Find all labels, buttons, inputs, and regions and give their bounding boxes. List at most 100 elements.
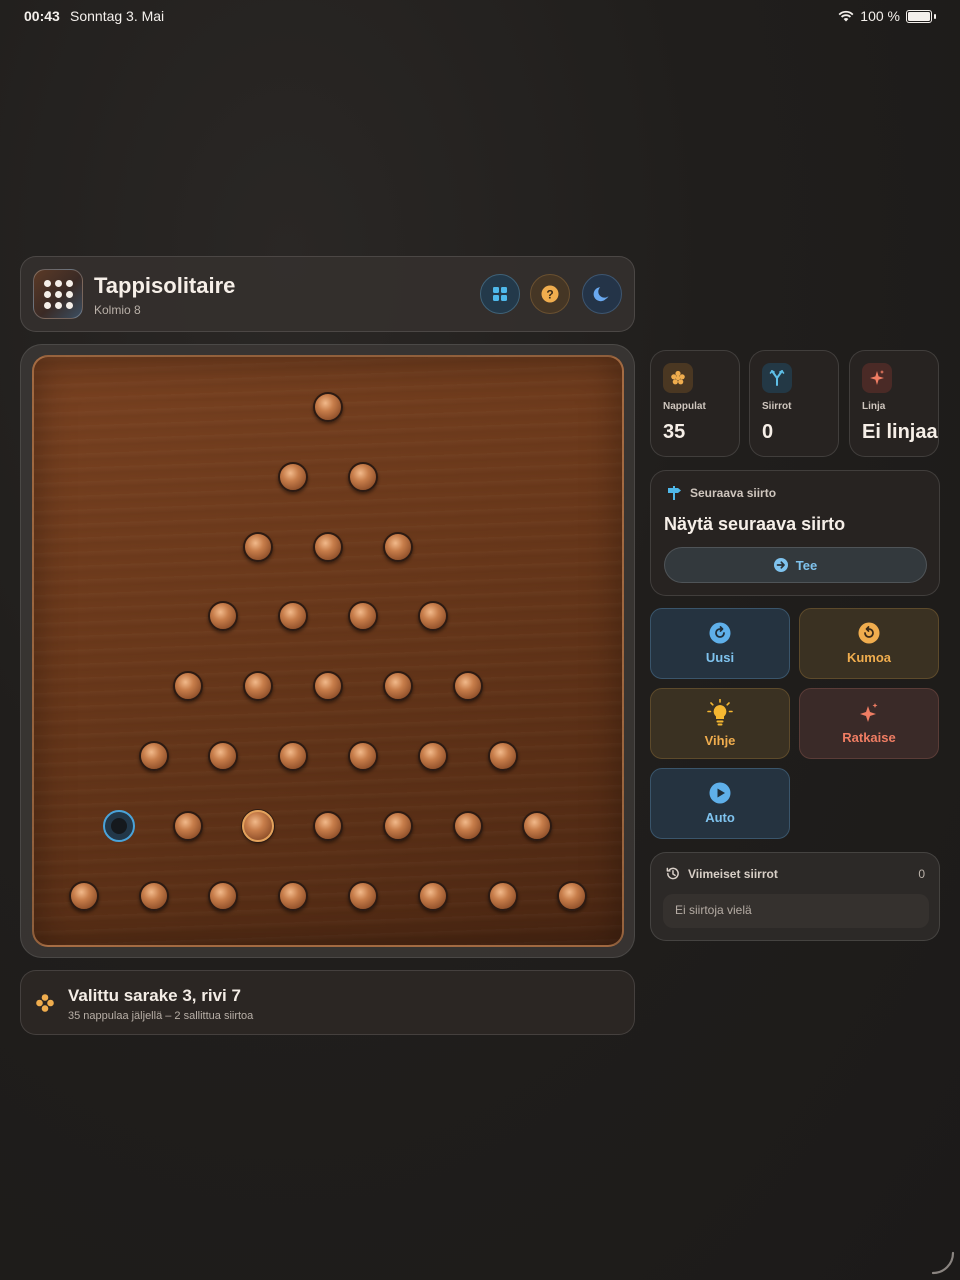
stat-value-pegs: 35	[663, 421, 686, 443]
peg[interactable]	[557, 880, 588, 911]
peg[interactable]	[278, 601, 309, 632]
status-date: Sonntag 3. Mai	[70, 8, 165, 24]
peg[interactable]	[173, 810, 204, 841]
solve-label: Ratkaise	[842, 730, 896, 745]
peg[interactable]	[313, 671, 343, 702]
next-move-card: Seuraava siirto Näytä seuraava siirto Te…	[650, 470, 940, 596]
peg[interactable]	[522, 810, 553, 841]
peg[interactable]	[208, 741, 239, 771]
play-icon	[709, 782, 731, 804]
recent-moves-heading: Viimeiset siirrot	[688, 866, 778, 881]
app-header: Tappisolitaire Kolmio 8 ?	[20, 256, 635, 332]
next-move-heading: Seuraava siirto	[690, 486, 777, 500]
stat-card-pegs: Nappulat 35	[650, 350, 740, 457]
theme-toggle-button[interactable]	[582, 274, 622, 314]
board-select-button[interactable]	[480, 274, 520, 314]
signpost-icon	[668, 486, 681, 500]
wifi-icon	[838, 10, 854, 22]
recent-moves-card: Viimeiset siirrot 0 Ei siirtoja vielä	[650, 852, 940, 941]
resize-corner-icon	[931, 1251, 955, 1275]
sparkle-solve-icon	[860, 703, 878, 722]
peg[interactable]	[173, 671, 204, 702]
stat-value-streak: Ei linjaa	[862, 421, 938, 443]
peg[interactable]	[347, 461, 378, 492]
peg[interactable]	[68, 880, 99, 911]
peg[interactable]	[278, 741, 309, 771]
stat-label-streak: Linja	[862, 401, 886, 412]
pegs-cluster-icon	[36, 994, 54, 1012]
help-button[interactable]: ?	[530, 274, 570, 314]
grid-icon	[493, 287, 507, 301]
battery-percent: 100 %	[860, 8, 900, 24]
peg[interactable]	[313, 392, 343, 422]
app-title: Tappisolitaire	[94, 273, 236, 298]
peg[interactable]	[417, 741, 448, 771]
moves-icon	[762, 363, 792, 393]
next-move-header: Seuraava siirto	[666, 485, 776, 501]
do-next-move-button[interactable]: Tee	[664, 547, 927, 583]
sparkle-icon	[862, 363, 892, 393]
peg[interactable]	[417, 880, 448, 911]
app-logo-icon	[33, 269, 83, 319]
lightbulb-icon	[707, 699, 733, 726]
recent-moves-empty-state: Ei siirtoja vielä	[663, 894, 929, 928]
peg[interactable]	[138, 880, 169, 911]
peg[interactable]	[347, 601, 378, 632]
next-move-title: Näytä seuraava siirto	[664, 514, 846, 534]
new-game-button[interactable]: Uusi	[650, 608, 790, 679]
board-variant-label: Kolmio 8	[94, 303, 141, 317]
selected-peg[interactable]	[242, 809, 275, 842]
peg[interactable]	[487, 741, 518, 771]
peg[interactable]	[487, 880, 518, 911]
peg[interactable]	[278, 880, 309, 911]
stat-value-moves: 0	[762, 421, 774, 443]
peg[interactable]	[382, 531, 413, 562]
peg[interactable]	[278, 461, 309, 492]
new-game-label: Uusi	[705, 650, 735, 665]
recent-moves-count: 0	[918, 867, 925, 881]
undo-label: Kumoa	[846, 650, 892, 665]
arrow-circle-icon	[773, 558, 788, 572]
undo-icon	[858, 622, 880, 644]
pegs-icon	[663, 363, 693, 393]
undo-button[interactable]: Kumoa	[799, 608, 939, 679]
peg[interactable]	[452, 671, 483, 702]
stat-label-moves: Siirrot	[762, 401, 792, 412]
peg[interactable]	[243, 671, 274, 702]
peg[interactable]	[347, 880, 378, 911]
battery-tip	[934, 13, 936, 19]
hint-button[interactable]: Vihje	[650, 688, 790, 759]
selection-subtitle: 35 nappulaa jäljellä – 2 sallittua siirt…	[68, 1010, 254, 1022]
do-next-move-label: Tee	[795, 557, 818, 573]
peg[interactable]	[417, 601, 448, 632]
peg[interactable]	[208, 880, 239, 911]
recent-moves-header: Viimeiset siirrot	[665, 866, 778, 881]
selection-info-bar: Valittu sarake 3, rivi 7 35 nappulaa jäl…	[20, 970, 635, 1035]
status-time: 00:43	[24, 8, 60, 24]
history-icon	[666, 867, 679, 880]
peg[interactable]	[382, 671, 413, 702]
peg[interactable]	[347, 741, 378, 771]
status-indicators: 100 %	[838, 8, 936, 24]
peg[interactable]	[138, 741, 169, 771]
hint-label: Vihje	[704, 733, 736, 748]
question-icon: ?	[541, 285, 559, 303]
peg[interactable]	[452, 810, 483, 841]
peg[interactable]	[243, 531, 274, 562]
peg[interactable]	[313, 531, 343, 562]
solve-button[interactable]: Ratkaise	[799, 688, 939, 759]
status-bar: 00:43 Sonntag 3. Mai 100 %	[0, 0, 960, 30]
svg-text:?: ?	[546, 287, 553, 301]
moon-icon	[593, 287, 609, 302]
peg[interactable]	[382, 810, 413, 841]
stat-card-streak: Linja Ei linjaa	[849, 350, 939, 457]
battery-icon	[906, 9, 932, 23]
peg[interactable]	[208, 601, 239, 632]
auto-play-button[interactable]: Auto	[650, 768, 790, 839]
auto-play-label: Auto	[705, 810, 735, 825]
peg[interactable]	[313, 810, 343, 841]
empty-hole[interactable]	[102, 809, 135, 842]
stat-label-pegs: Nappulat	[663, 401, 706, 412]
selection-title: Valittu sarake 3, rivi 7	[68, 986, 241, 1005]
restart-icon	[709, 622, 731, 644]
